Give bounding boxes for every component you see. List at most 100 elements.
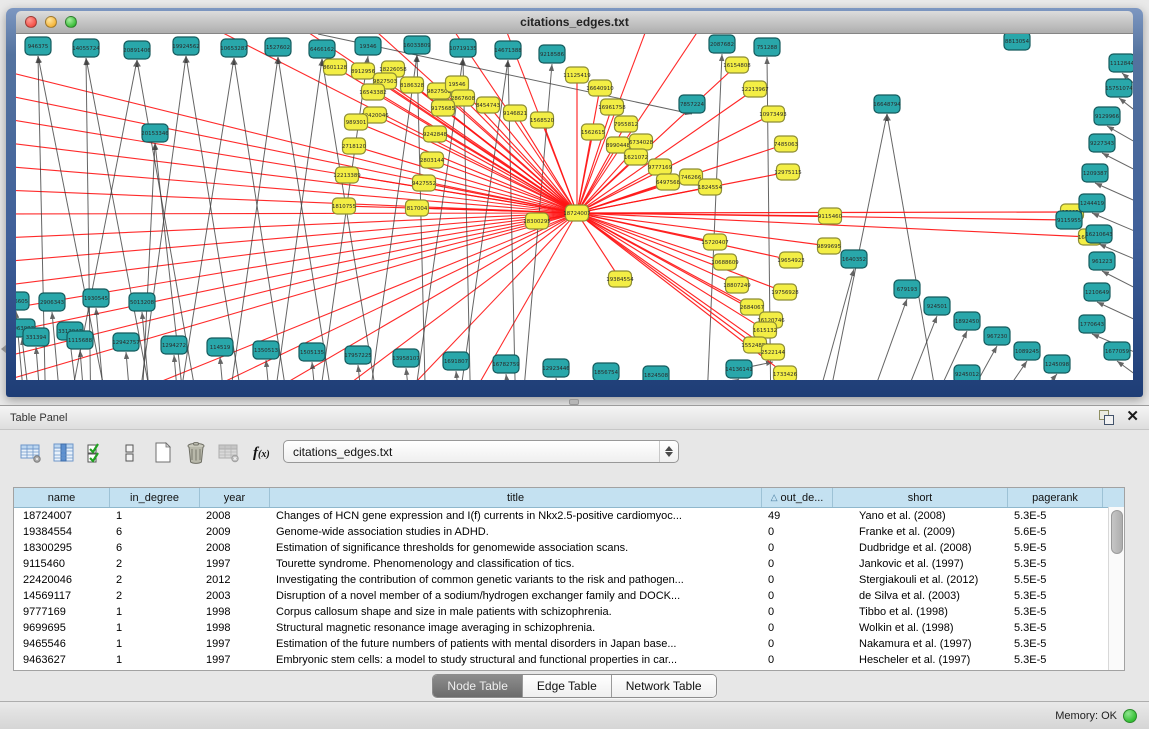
minimize-window-button[interactable] xyxy=(45,16,57,28)
graph-node[interactable]: 7485063 xyxy=(774,136,798,152)
graph-node[interactable]: 114519 xyxy=(207,338,233,356)
graph-node[interactable]: 2718120 xyxy=(342,138,367,154)
table-cell[interactable]: 0 xyxy=(762,574,833,586)
table-row[interactable]: 2242004622012Investigating the contribut… xyxy=(14,572,1124,588)
table-cell[interactable]: Yano et al. (2008) xyxy=(833,510,1008,522)
graph-node[interactable]: 14136141 xyxy=(725,360,752,378)
graph-node[interactable]: 8454743 xyxy=(476,97,500,113)
table-cell[interactable]: Genome-wide association studies in ADHD. xyxy=(270,526,762,538)
table-row[interactable]: 946362711997Embryonic stem cells: a mode… xyxy=(14,652,1124,668)
graph-node[interactable]: 9175685 xyxy=(431,100,455,116)
graph-node[interactable]: 1615132 xyxy=(753,322,777,338)
graph-node[interactable]: 9427552 xyxy=(412,175,436,191)
table-cell[interactable]: 5.6E-5 xyxy=(1008,526,1103,538)
table-cell[interactable]: 2008 xyxy=(200,542,270,554)
graph-node[interactable]: 13958107 xyxy=(392,349,419,367)
table-cell[interactable]: Nakamura et al. (1997) xyxy=(833,638,1008,650)
new-table-icon[interactable] xyxy=(150,441,176,465)
graph-node[interactable]: 1824554 xyxy=(698,179,723,195)
table-cell[interactable]: Wolkin et al. (1998) xyxy=(833,622,1008,634)
select-rows-check-icon[interactable] xyxy=(84,441,110,465)
table-cell[interactable]: 1 xyxy=(110,510,200,522)
graph-node[interactable]: 12975115 xyxy=(774,164,801,180)
table-settings-icon[interactable] xyxy=(18,441,44,465)
column-header-title[interactable]: title xyxy=(270,488,762,507)
graph-node[interactable]: 1856754 xyxy=(593,363,619,380)
table-cell[interactable]: 1997 xyxy=(200,654,270,666)
tab-edge-table[interactable]: Edge Table xyxy=(523,675,612,697)
graph-node-hub[interactable]: 18724007 xyxy=(563,205,590,221)
graph-node[interactable]: 989301 xyxy=(345,114,368,130)
table-cell[interactable]: Dudbridge et al. (2008) xyxy=(833,542,1008,554)
graph-node[interactable]: 10653287 xyxy=(220,39,247,57)
table-cell[interactable]: 5.3E-5 xyxy=(1008,606,1103,618)
graph-node[interactable]: 19756928 xyxy=(771,284,799,300)
graph-node[interactable]: 1209387 xyxy=(1082,164,1108,182)
graph-node[interactable]: 946375 xyxy=(25,37,51,55)
graph-node[interactable]: 1640352 xyxy=(841,250,867,268)
graph-node[interactable]: 12213389 xyxy=(333,167,361,183)
graph-node[interactable]: 1677059 xyxy=(1104,342,1130,360)
graph-node[interactable]: 20891406 xyxy=(123,41,151,59)
table-row[interactable]: 946554611997Estimation of the future num… xyxy=(14,636,1124,652)
graph-node[interactable]: 10688609 xyxy=(711,254,739,270)
table-cell[interactable]: 9465546 xyxy=(14,638,110,650)
table-cell[interactable]: 2 xyxy=(110,574,200,586)
graph-node[interactable]: 331394 xyxy=(23,328,49,346)
graph-node[interactable]: 817004 xyxy=(406,200,429,216)
graph-node[interactable]: 18300295 xyxy=(523,213,550,229)
float-panel-icon[interactable] xyxy=(1098,409,1114,425)
graph-node[interactable]: 16154808 xyxy=(723,57,751,73)
graph-node[interactable]: 9218586 xyxy=(539,45,565,63)
table-cell[interactable]: 5.3E-5 xyxy=(1008,590,1103,602)
column-header-short[interactable]: short xyxy=(833,488,1008,507)
table-row[interactable]: 1456911722003Disruption of a novel membe… xyxy=(14,588,1124,604)
table-cell[interactable]: 1 xyxy=(110,638,200,650)
graph-node[interactable]: 961223 xyxy=(1089,252,1115,270)
table-cell[interactable]: Corpus callosum shape and size in male p… xyxy=(270,606,762,618)
graph-node[interactable]: 679193 xyxy=(894,280,920,298)
table-cell[interactable]: Tibbo et al. (1998) xyxy=(833,606,1008,618)
graph-node[interactable]: 1562615 xyxy=(581,124,605,140)
graph-node[interactable]: 751288 xyxy=(754,38,780,56)
table-cell[interactable]: Franke et al. (2009) xyxy=(833,526,1008,538)
table-cell[interactable]: 1998 xyxy=(200,622,270,634)
table-cell[interactable]: 1 xyxy=(110,606,200,618)
select-column-icon[interactable] xyxy=(51,441,77,465)
memory-status-indicator[interactable] xyxy=(1123,709,1137,723)
table-scrollbar-thumb[interactable] xyxy=(1111,510,1123,554)
graph-node[interactable]: 17957225 xyxy=(344,346,371,364)
table-cell[interactable]: 6 xyxy=(110,542,200,554)
graph-node[interactable]: 1089245 xyxy=(1014,342,1040,360)
graph-node[interactable]: 16782759 xyxy=(492,355,520,373)
graph-node[interactable]: 12213967 xyxy=(741,81,768,97)
table-cell[interactable]: de Silva et al. (2003) xyxy=(833,590,1008,602)
column-header-name[interactable]: name xyxy=(14,488,110,507)
graph-node[interactable]: 10973493 xyxy=(759,106,786,122)
tab-node-table[interactable]: Node Table xyxy=(433,675,523,697)
graph-node[interactable]: 9899695 xyxy=(817,238,841,254)
table-cell[interactable]: 5.3E-5 xyxy=(1008,638,1103,650)
graph-node[interactable]: 2087682 xyxy=(709,35,735,53)
table-cell[interactable]: Hescheler et al. (1997) xyxy=(833,654,1008,666)
graph-node[interactable]: 1210649 xyxy=(1084,283,1110,301)
graph-node[interactable]: 1691807 xyxy=(443,352,469,370)
table-cell[interactable]: 0 xyxy=(762,638,833,650)
table-cell[interactable]: 2009 xyxy=(200,526,270,538)
graph-node[interactable]: 19654923 xyxy=(777,252,804,268)
table-cell[interactable]: 5.9E-5 xyxy=(1008,542,1103,554)
table-cell[interactable]: 6 xyxy=(110,526,200,538)
graph-node[interactable]: 1112844 xyxy=(1109,54,1133,72)
table-cell[interactable]: 5.3E-5 xyxy=(1008,622,1103,634)
graph-node[interactable]: 16210643 xyxy=(1085,225,1112,243)
column-header-in_degree[interactable]: in_degree xyxy=(110,488,200,507)
graph-node[interactable]: 16543382 xyxy=(359,84,386,100)
graph-node[interactable]: 1244419 xyxy=(1079,194,1105,212)
table-cell[interactable]: 0 xyxy=(762,606,833,618)
graph-node[interactable]: 14055724 xyxy=(72,39,100,57)
zoom-window-button[interactable] xyxy=(65,16,77,28)
graph-node[interactable]: 8186328 xyxy=(400,77,425,93)
table-cell[interactable]: 9777169 xyxy=(14,606,110,618)
table-cell[interactable]: 5.3E-5 xyxy=(1008,558,1103,570)
graph-node[interactable]: 967230 xyxy=(984,327,1010,345)
